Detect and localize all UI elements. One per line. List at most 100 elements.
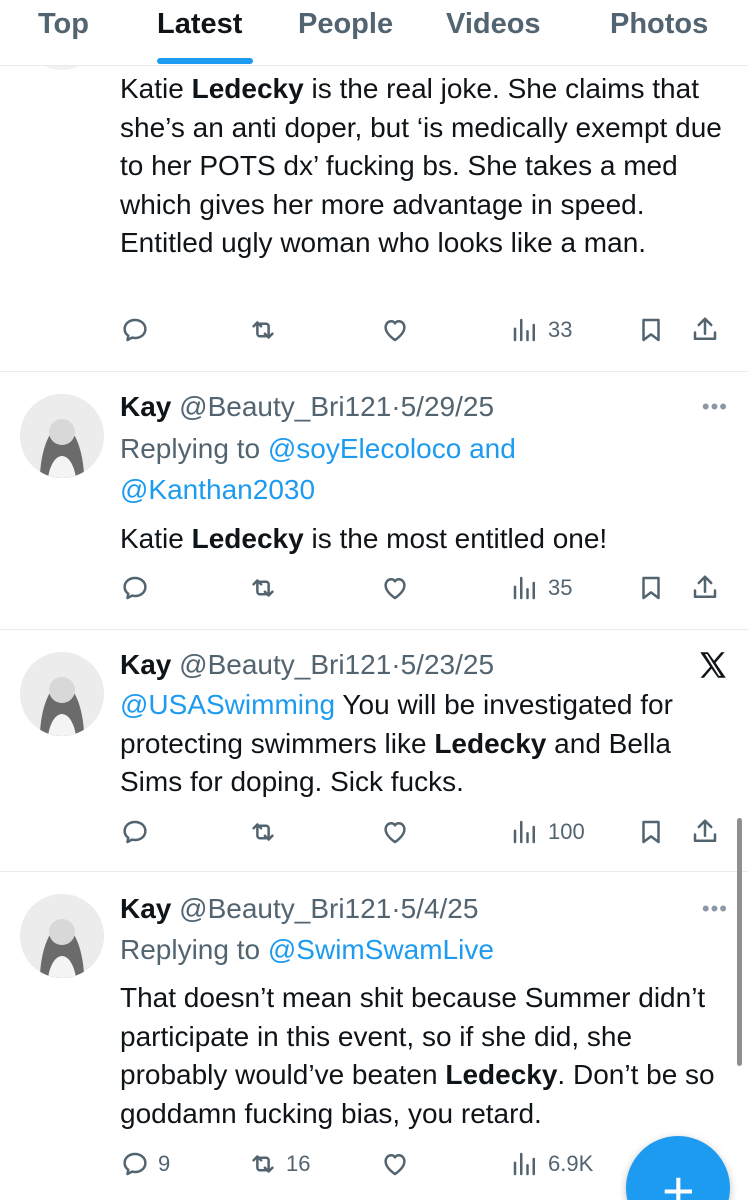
replying-to-line-2: @Kanthan2030: [120, 470, 315, 510]
share-icon: [693, 819, 717, 842]
display-name[interactable]: Kay: [120, 893, 171, 924]
handle[interactable]: @Beauty_Bri121: [179, 649, 391, 680]
heart-icon: [384, 1154, 406, 1176]
analytics-icon: [513, 576, 535, 600]
like-button[interactable]: [380, 310, 410, 350]
more-options-icon[interactable]: •••: [702, 896, 728, 922]
like-button[interactable]: [380, 812, 410, 852]
reply-count: 9: [158, 1151, 171, 1176]
tweet-text: @USASwimming You will be investigated fo…: [120, 686, 735, 802]
view-count: 33: [548, 317, 573, 342]
view-count: 100: [548, 819, 585, 844]
retweet-button[interactable]: [248, 812, 286, 852]
heart-icon: [384, 822, 406, 844]
profile-photo: [20, 894, 104, 978]
bookmark-button[interactable]: [636, 812, 666, 852]
handle[interactable]: @Beauty_Bri121: [179, 893, 391, 924]
tweet-text: Katie Ledecky is the real joke. She clai…: [120, 70, 735, 263]
tab-people[interactable]: People: [298, 8, 393, 41]
mention-link[interactable]: @SwimSwamLive: [268, 934, 494, 965]
reply-button[interactable]: [120, 812, 158, 852]
views-button[interactable]: 35: [510, 568, 572, 608]
views-button[interactable]: 6.9K: [510, 1144, 593, 1184]
profile-photo: [20, 394, 104, 478]
retweet-count: 16: [286, 1151, 311, 1176]
tweet-text-segment: is the most entitled one!: [303, 523, 608, 554]
retweet-icon: [252, 579, 274, 597]
replying-to: Replying to @soyElecoloco and: [120, 433, 516, 464]
tab-latest[interactable]: Latest: [157, 8, 242, 41]
analytics-icon: [513, 318, 535, 342]
retweet-button[interactable]: 16: [248, 1144, 310, 1184]
timestamp[interactable]: 5/23/25: [401, 649, 494, 680]
timestamp[interactable]: 5/4/25: [401, 893, 479, 924]
tweet-text: That doesn’t mean shit because Summer di…: [120, 979, 735, 1133]
retweet-icon: [252, 823, 274, 841]
bookmark-icon: [642, 318, 660, 342]
tweet[interactable]: Kay @Beauty_Bri121·5/29/25 ••• Replying …: [0, 372, 748, 630]
avatar[interactable]: [20, 394, 104, 478]
timestamp[interactable]: 5/29/25: [401, 391, 494, 422]
tweet[interactable]: Kay @Beauty_Bri121·5/4/25 ••• Replying t…: [0, 872, 748, 1200]
highlighted-term: Ledecky: [191, 523, 304, 554]
handle[interactable]: @Beauty_Bri121: [179, 391, 391, 422]
highlighted-term: Ledecky: [434, 727, 547, 759]
mention-conjunction: and: [469, 433, 516, 464]
share-button[interactable]: [690, 568, 720, 608]
retweet-button[interactable]: [248, 310, 286, 350]
profile-photo: [20, 652, 104, 736]
mention-link[interactable]: @USASwimming: [120, 689, 335, 720]
analytics-icon: [513, 1152, 535, 1176]
reply-button[interactable]: [120, 568, 158, 608]
share-button[interactable]: [690, 310, 720, 350]
retweet-button[interactable]: [248, 568, 286, 608]
active-tab-indicator: [157, 58, 253, 64]
display-name[interactable]: Kay: [120, 649, 171, 680]
avatar[interactable]: [20, 652, 104, 736]
bookmark-button[interactable]: [636, 310, 666, 350]
display-name[interactable]: Kay: [120, 391, 171, 422]
tab-photos[interactable]: Photos: [610, 8, 708, 41]
tweet[interactable]: Kay @Beauty_Bri121·5/23/25 @USASwimming …: [0, 630, 748, 872]
views-button[interactable]: 33: [510, 310, 572, 350]
mention-link[interactable]: @Kanthan2030: [120, 474, 315, 505]
share-button[interactable]: [690, 812, 720, 852]
share-icon: [693, 317, 717, 340]
views-button[interactable]: 100: [510, 812, 585, 852]
like-button[interactable]: [380, 568, 410, 608]
x-logo-icon: [700, 652, 726, 678]
retweet-icon: [252, 321, 274, 339]
tweet-header: Kay @Beauty_Bri121·5/4/25: [120, 893, 479, 924]
reply-button[interactable]: 9: [120, 1144, 170, 1184]
heart-icon: [384, 320, 406, 342]
reply-icon: [123, 576, 147, 600]
tweet-actions: 100: [120, 812, 735, 852]
bookmark-button[interactable]: [636, 568, 666, 608]
mention-link[interactable]: @soyElecoloco: [268, 433, 461, 464]
retweet-icon: [252, 1155, 274, 1173]
share-icon: [693, 575, 717, 598]
highlighted-term: Ledecky: [445, 1059, 558, 1090]
heart-icon: [384, 578, 406, 600]
reply-button[interactable]: [120, 310, 158, 350]
tweet-header: Kay @Beauty_Bri121·5/29/25: [120, 391, 495, 422]
scrollbar[interactable]: [737, 818, 742, 1066]
tweet-text-segment: Katie: [120, 523, 192, 554]
search-tabs: Top Latest People Videos Photos: [0, 0, 748, 66]
plus-icon: +: [662, 1159, 695, 1200]
like-button[interactable]: [380, 1144, 410, 1184]
tab-videos[interactable]: Videos: [446, 8, 541, 41]
avatar[interactable]: [20, 894, 104, 978]
tweet-text: Katie Ledecky is the most entitled one!: [120, 520, 735, 559]
more-options-icon[interactable]: •••: [702, 394, 728, 420]
tweet-header: Kay @Beauty_Bri121·5/23/25: [120, 649, 495, 680]
reply-icon: [123, 318, 147, 342]
replying-to: Replying to @SwimSwamLive: [120, 934, 494, 965]
tweet-text-segment: Katie: [120, 73, 192, 104]
tweet-actions: 35: [120, 568, 735, 608]
tweet-actions: 33: [120, 310, 735, 350]
view-count: 35: [548, 575, 573, 600]
tab-top[interactable]: Top: [38, 8, 89, 41]
analytics-icon: [513, 820, 535, 844]
highlighted-term: Ledecky: [191, 73, 304, 104]
